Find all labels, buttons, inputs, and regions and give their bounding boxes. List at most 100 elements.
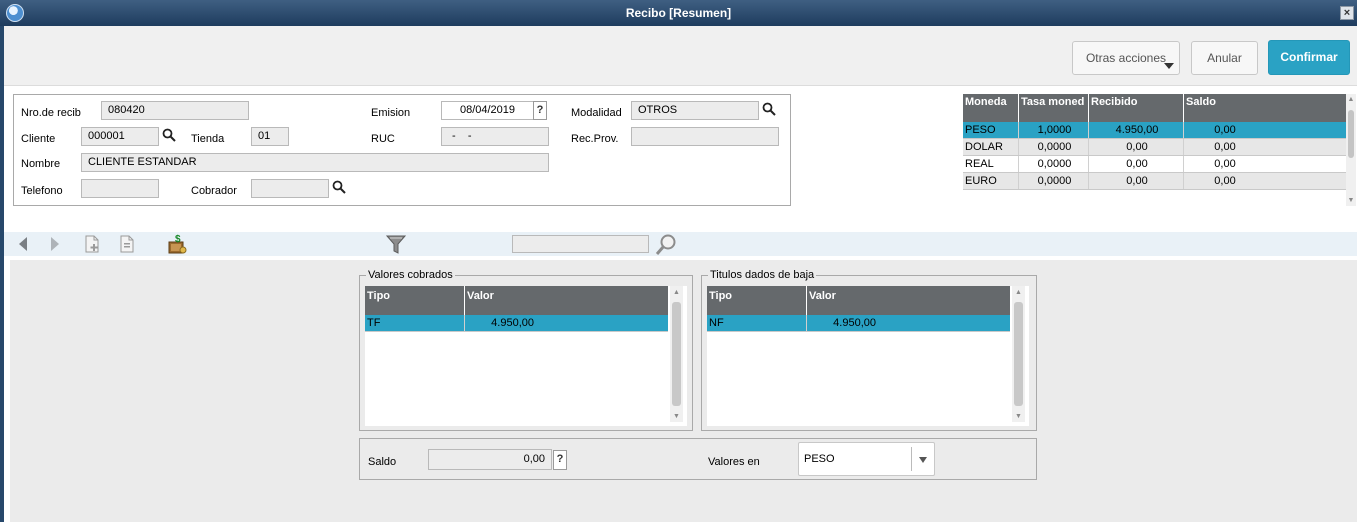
table-cell: 0,00	[1214, 141, 1236, 153]
scroll-up-arrow-icon[interactable]: ▲	[1346, 96, 1356, 103]
collected-values-grid: Tipo Valor TF 4.950,00 ▲ ▼	[365, 286, 687, 426]
rec-prov-label: Rec.Prov.	[571, 133, 619, 145]
values-in-label: Valores en	[708, 456, 760, 468]
table-row[interactable]: REAL 0,0000 0,00 0,00	[963, 156, 1346, 173]
written-off-titles-title: Titulos dados de baja	[708, 269, 817, 281]
scrollbar-thumb[interactable]	[672, 302, 681, 406]
column-header[interactable]: Valor	[465, 286, 668, 315]
collected-grid-header: Tipo Valor	[365, 286, 668, 315]
column-header[interactable]: Valor	[807, 286, 1010, 315]
emission-label: Emision	[371, 107, 411, 119]
table-row[interactable]: DOLAR 0,0000 0,00 0,00	[963, 139, 1346, 156]
column-header[interactable]: Recibido	[1089, 94, 1184, 122]
store-label: Tienda	[191, 133, 225, 145]
table-cell: 0,0000	[1019, 139, 1089, 155]
table-cell: 4.950,00	[833, 317, 876, 329]
balance-help-button[interactable]: ?	[553, 450, 567, 470]
collected-grid-scrollbar[interactable]: ▲ ▼	[670, 286, 683, 422]
money-box-icon[interactable]: $	[166, 234, 187, 254]
table-row[interactable]: TF 4.950,00	[365, 315, 668, 332]
table-cell: TF	[365, 315, 465, 331]
collected-values-group: Valores cobrados Tipo Valor TF 4.950,00 …	[359, 269, 693, 431]
chevron-down-icon	[919, 457, 927, 463]
name-label: Nombre	[21, 158, 61, 170]
phone-field[interactable]	[81, 179, 159, 198]
emission-date-field[interactable]: 08/04/2019	[441, 101, 534, 120]
phone-label: Telefono	[21, 185, 63, 197]
table-cell: 0,00	[1089, 156, 1184, 172]
currency-select-value: PESO	[804, 453, 835, 465]
table-cell: DOLAR	[963, 139, 1019, 155]
balance-field[interactable]: 0,00	[428, 449, 552, 470]
receipt-number-label: Nro.de recib	[21, 107, 81, 119]
scroll-down-arrow-icon[interactable]: ▼	[670, 413, 683, 420]
detail-area: Valores cobrados Tipo Valor TF 4.950,00 …	[10, 260, 1357, 522]
written-off-titles-group: Titulos dados de baja Tipo Valor NF 4.95…	[701, 269, 1037, 431]
ruc-label: RUC	[371, 133, 395, 145]
scroll-up-arrow-icon[interactable]: ▲	[1012, 289, 1025, 296]
table-cell: 0,00	[1089, 139, 1184, 155]
scroll-up-arrow-icon[interactable]: ▲	[670, 289, 683, 296]
select-divider	[911, 447, 912, 471]
modality-field[interactable]: OTROS	[631, 101, 759, 120]
table-cell: REAL	[963, 156, 1019, 172]
column-header[interactable]: Saldo	[1184, 94, 1346, 122]
modality-label: Modalidad	[571, 107, 622, 119]
scrollbar-thumb[interactable]	[1014, 302, 1023, 406]
close-button[interactable]: ×	[1340, 6, 1354, 20]
store-field[interactable]: 01	[251, 127, 289, 146]
table-row[interactable]: EURO 0,0000 0,00 0,00	[963, 173, 1346, 190]
column-header[interactable]: Tipo	[365, 286, 465, 315]
currency-grid-scrollbar[interactable]: ▲ ▼	[1346, 94, 1356, 206]
table-cell: 0,00	[1214, 158, 1236, 170]
column-header[interactable]: Tasa moned	[1019, 94, 1089, 122]
table-cell: 0,0000	[1019, 156, 1089, 172]
table-row[interactable]: PESO 1,0000 4.950,00 0,00	[963, 122, 1346, 139]
emission-help-button[interactable]: ?	[533, 101, 547, 120]
currency-select[interactable]: PESO	[798, 442, 935, 476]
scroll-down-arrow-icon[interactable]: ▼	[1012, 413, 1025, 420]
name-field[interactable]: CLIENTE ESTANDAR	[81, 153, 549, 172]
ruc-field[interactable]: - -	[441, 127, 549, 146]
written-off-grid-header: Tipo Valor	[707, 286, 1010, 315]
written-off-grid-scrollbar[interactable]: ▲ ▼	[1012, 286, 1025, 422]
scrollbar-thumb[interactable]	[1348, 110, 1354, 158]
receipt-number-field[interactable]: 080420	[101, 101, 249, 120]
cancel-button[interactable]: Anular	[1191, 41, 1258, 75]
add-document-icon[interactable]	[82, 234, 102, 254]
grid-toolbar: $	[4, 232, 1357, 256]
column-header[interactable]: Moneda	[963, 94, 1019, 122]
balance-label: Saldo	[368, 456, 397, 468]
table-cell: NF	[707, 315, 807, 331]
table-cell: 0,00	[1089, 173, 1184, 189]
confirm-button[interactable]: Confirmar	[1268, 40, 1350, 75]
client-field[interactable]: 000001	[81, 127, 159, 146]
table-cell: 4.950,00	[1089, 122, 1184, 138]
column-header[interactable]: Tipo	[707, 286, 807, 315]
more-actions-button[interactable]: Otras acciones	[1072, 41, 1180, 75]
previous-arrow-icon[interactable]	[14, 234, 34, 254]
next-arrow-icon[interactable]	[44, 234, 64, 254]
action-bar: Otras acciones Anular Confirmar	[4, 26, 1357, 86]
window-title: Recibo [Resumen]	[625, 6, 732, 20]
copy-document-icon[interactable]	[117, 234, 137, 254]
filter-icon[interactable]	[385, 234, 407, 254]
written-off-titles-grid: Tipo Valor NF 4.950,00 ▲ ▼	[707, 286, 1029, 426]
grid-search-input[interactable]	[512, 235, 649, 253]
client-label: Cliente	[21, 133, 56, 145]
currency-grid-header: Moneda Tasa moned Recibido Saldo	[963, 94, 1346, 122]
table-cell: EURO	[963, 173, 1019, 189]
table-row[interactable]: NF 4.950,00	[707, 315, 1010, 332]
balance-panel: Saldo 0,00 ? Valores en PESO	[359, 438, 1037, 480]
search-icon[interactable]	[654, 233, 676, 255]
table-cell: 0,0000	[1019, 173, 1089, 189]
rec-prov-field[interactable]	[631, 127, 779, 146]
collector-search-icon[interactable]	[332, 180, 346, 194]
table-cell: 1,0000	[1019, 122, 1089, 138]
client-search-icon[interactable]	[162, 128, 176, 142]
scroll-down-arrow-icon[interactable]: ▼	[1346, 197, 1356, 204]
modality-search-icon[interactable]	[762, 102, 776, 116]
collector-field[interactable]	[251, 179, 329, 198]
currency-grid: Moneda Tasa moned Recibido Saldo PESO 1,…	[963, 94, 1356, 206]
table-cell: 0,00	[1214, 124, 1236, 136]
